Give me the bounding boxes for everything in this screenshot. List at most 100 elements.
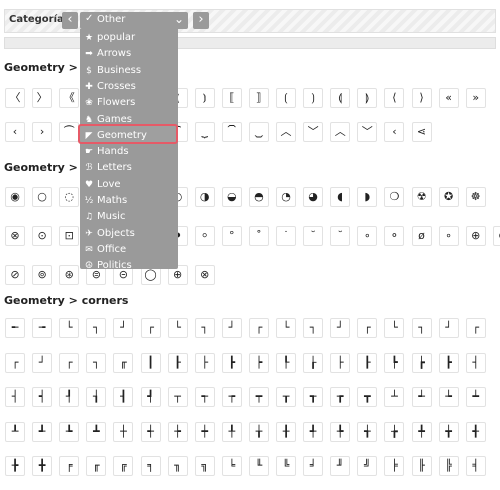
symbol-cell[interactable]: ╒ <box>59 456 80 476</box>
symbol-cell[interactable]: ⊖ <box>492 226 500 246</box>
symbol-cell[interactable]: ╞ <box>384 456 405 476</box>
symbol-cell[interactable]: ∘ <box>438 226 459 246</box>
symbol-cell[interactable]: ╼ <box>32 318 53 338</box>
symbol-cell[interactable]: ⟭ <box>357 88 378 108</box>
symbol-cell[interactable]: ⏠ <box>221 122 242 142</box>
symbol-cell[interactable]: ⟩ <box>411 88 432 108</box>
symbol-cell[interactable]: ˚ <box>248 226 269 246</box>
symbol-cell[interactable]: ┠ <box>357 352 378 373</box>
symbol-cell[interactable]: ┩ <box>140 387 161 407</box>
symbol-cell[interactable]: └ <box>384 318 405 338</box>
symbol-cell[interactable]: 〉 <box>32 88 53 108</box>
symbol-cell[interactable]: ◔ <box>276 187 296 207</box>
symbol-cell[interactable]: ╔ <box>113 456 134 476</box>
symbol-cell[interactable]: ┝ <box>248 352 269 373</box>
symbol-cell[interactable]: ╊ <box>5 456 25 476</box>
symbol-cell[interactable]: ╓ <box>113 352 134 373</box>
dropdown-item-love[interactable]: ♥ Love <box>80 177 178 193</box>
symbol-cell[interactable]: ╁ <box>248 421 269 442</box>
symbol-cell[interactable]: ┳ <box>357 387 378 407</box>
symbol-cell[interactable]: ┰ <box>276 387 296 407</box>
filter-strip[interactable] <box>4 37 496 49</box>
symbol-cell[interactable]: ╄ <box>330 421 351 442</box>
symbol-cell[interactable]: ⟮ <box>276 88 296 108</box>
symbol-cell[interactable]: ﹀ <box>303 122 324 142</box>
dropdown-item-business[interactable]: $ Business <box>80 63 178 79</box>
symbol-cell[interactable]: ╋ <box>32 456 53 476</box>
symbol-cell[interactable]: ﹀ <box>357 122 378 142</box>
symbol-cell[interactable]: ⟧ <box>248 88 269 108</box>
symbol-cell[interactable]: ✪ <box>438 187 459 207</box>
symbol-cell[interactable]: └ <box>167 318 188 338</box>
symbol-cell[interactable]: ⊕ <box>465 226 486 246</box>
symbol-cell[interactable]: └ <box>276 318 296 338</box>
symbol-cell[interactable]: ┤ <box>465 352 486 373</box>
symbol-cell[interactable]: ╉ <box>465 421 486 442</box>
symbol-cell[interactable]: ⟨ <box>384 88 405 108</box>
symbol-cell[interactable]: ┽ <box>140 421 161 442</box>
symbol-cell[interactable]: ‹ <box>384 122 405 142</box>
symbol-cell[interactable]: ┃ <box>140 352 161 373</box>
symbol-cell[interactable]: ╝ <box>357 456 378 476</box>
symbol-cell[interactable]: ┷ <box>465 387 486 407</box>
dropdown-item-office[interactable]: ✉ Office <box>80 242 178 258</box>
symbol-cell[interactable]: ☢ <box>411 187 432 207</box>
symbol-cell[interactable]: ┢ <box>411 352 432 373</box>
dropdown-item-crosses[interactable]: ✚ Crosses <box>80 79 178 95</box>
symbol-cell[interactable]: ╘ <box>221 456 242 476</box>
symbol-cell[interactable]: ◑ <box>194 187 215 207</box>
symbol-cell[interactable]: └ <box>59 318 80 338</box>
symbol-cell[interactable]: ╜ <box>330 456 351 476</box>
symbol-cell[interactable]: ┬ <box>167 387 188 407</box>
symbol-cell[interactable]: ︿ <box>330 122 351 142</box>
symbol-cell[interactable]: ○ <box>32 187 53 207</box>
symbol-cell[interactable]: ┐ <box>86 318 107 338</box>
symbol-cell[interactable]: ┦ <box>59 387 80 407</box>
symbol-cell[interactable]: ◉ <box>5 187 25 207</box>
symbol-cell[interactable]: ˘ <box>330 226 351 246</box>
symbol-cell[interactable]: ┲ <box>330 387 351 407</box>
symbol-cell[interactable]: ┯ <box>248 387 269 407</box>
symbol-cell[interactable]: ⟬ <box>330 88 351 108</box>
symbol-cell[interactable]: ⊡ <box>59 226 80 246</box>
symbol-cell[interactable]: ⏜ <box>59 122 80 142</box>
symbol-cell[interactable]: ┟ <box>303 352 324 373</box>
symbol-cell[interactable]: ╖ <box>167 456 188 476</box>
symbol-cell[interactable]: ┸ <box>5 421 25 442</box>
symbol-cell[interactable]: ╡ <box>465 456 486 476</box>
dropdown-item-popular[interactable]: ★ popular <box>80 30 178 46</box>
symbol-cell[interactable]: ┌ <box>357 318 378 338</box>
symbol-cell[interactable]: ╇ <box>411 421 432 442</box>
symbol-cell[interactable]: ⊛ <box>59 265 80 285</box>
symbol-cell[interactable]: ┿ <box>194 421 215 442</box>
category-dropdown-list[interactable]: ★ popular ➡ Arrows $ Business ✚ Crosses ❀ Flowers… <box>80 29 178 269</box>
dropdown-item-arrows[interactable]: ➡ Arrows <box>80 46 178 62</box>
symbol-cell[interactable]: « <box>438 88 459 108</box>
symbol-cell[interactable]: ┌ <box>465 318 486 338</box>
dropdown-item-flowers[interactable]: ❀ Flowers <box>80 95 178 111</box>
dropdown-item-hands[interactable]: ☛ Hands <box>80 144 178 160</box>
symbol-cell[interactable]: ╅ <box>357 421 378 442</box>
symbol-cell[interactable]: ⋖ <box>411 122 432 142</box>
symbol-cell[interactable]: ┹ <box>32 421 53 442</box>
symbol-cell[interactable]: ┶ <box>438 387 459 407</box>
symbol-cell[interactable]: ┠ <box>167 352 188 373</box>
symbol-cell[interactable]: ┼ <box>113 421 134 442</box>
symbol-cell[interactable]: ⊘ <box>5 265 25 285</box>
symbol-cell[interactable]: ┘ <box>113 318 134 338</box>
symbol-cell[interactable]: ∘ <box>357 226 378 246</box>
symbol-cell[interactable]: ╾ <box>5 318 25 338</box>
symbol-cell[interactable]: ◌ <box>59 187 80 207</box>
symbol-cell[interactable]: ┘ <box>330 318 351 338</box>
symbol-cell[interactable]: ┌ <box>248 318 269 338</box>
symbol-cell[interactable]: ├ <box>194 352 215 373</box>
symbol-cell[interactable]: ⚬ <box>384 226 405 246</box>
symbol-cell[interactable]: ┐ <box>303 318 324 338</box>
symbol-cell[interactable]: ┐ <box>194 318 215 338</box>
symbol-cell[interactable]: ╀ <box>221 421 242 442</box>
symbol-cell[interactable]: ˙ <box>276 226 296 246</box>
symbol-cell[interactable]: ┘ <box>32 352 53 373</box>
symbol-cell[interactable]: ︿ <box>276 122 296 142</box>
symbol-cell[interactable]: ┧ <box>86 387 107 407</box>
symbol-cell[interactable]: ˘ <box>303 226 324 246</box>
